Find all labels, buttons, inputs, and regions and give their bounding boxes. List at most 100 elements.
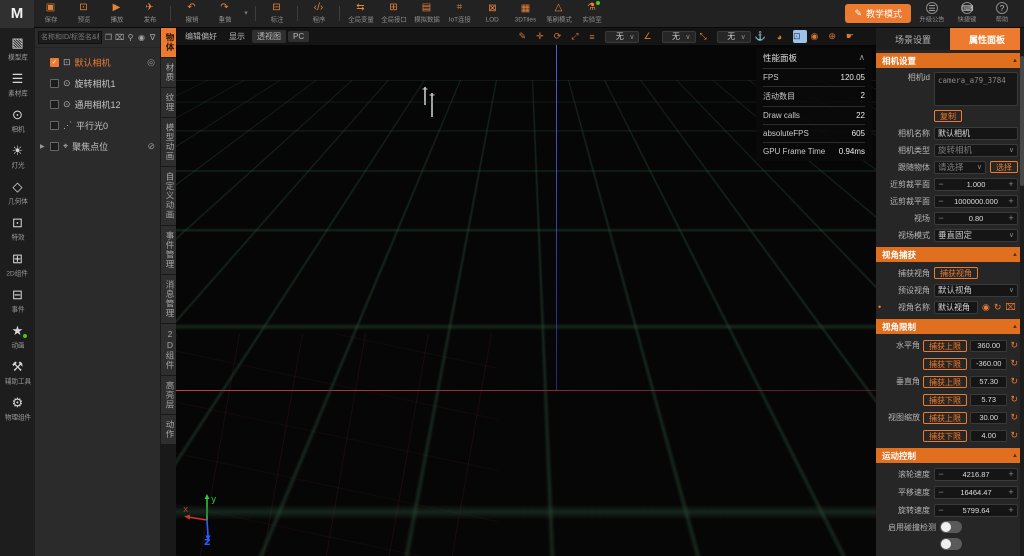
reset-icon[interactable]: ↻ bbox=[1010, 358, 1018, 369]
increment-button[interactable]: + bbox=[1005, 487, 1017, 497]
speed-value[interactable]: 5799.64 bbox=[947, 506, 1005, 515]
section-motion-control[interactable]: 运动控制 ▲ bbox=[876, 448, 1024, 463]
lock-icon[interactable]: ⚲ bbox=[126, 33, 135, 42]
viewport-tool-button[interactable]: ⊡ bbox=[793, 30, 807, 43]
panel-tab[interactable]: 属性面板 bbox=[950, 28, 1024, 50]
toolbar-button[interactable]: ⊟ 标注 bbox=[260, 0, 293, 27]
toolbar-button[interactable]: ⊡ 预览 bbox=[67, 0, 100, 27]
viewport-tool-button[interactable]: 无 ∨ bbox=[662, 31, 696, 43]
capture-limit-button[interactable]: 捕获下限 bbox=[923, 394, 967, 406]
eye-icon[interactable]: ◉ bbox=[982, 302, 990, 313]
help-button[interactable]: ? 帮助 bbox=[988, 2, 1016, 25]
shortcuts-button[interactable]: ⌨ 快捷键 bbox=[953, 2, 981, 25]
vertical-tab[interactable]: 模型动画 bbox=[161, 118, 176, 166]
toolbar-button[interactable]: ⌗ IoT连接 bbox=[443, 0, 476, 27]
viewport-3d[interactable]: 编辑偏好 显示 透视图 PC ✎ ✛ bbox=[176, 28, 876, 556]
toolbar-button[interactable] bbox=[166, 0, 175, 27]
filter-icon[interactable]: ∇ bbox=[148, 33, 157, 42]
viewport-tool-button[interactable]: 无 ∨ bbox=[717, 31, 751, 43]
tree-item-default-camera[interactable]: ✓ ⊡ 默认相机 ◎ bbox=[35, 52, 160, 73]
checkbox-checked[interactable]: ✓ bbox=[50, 58, 59, 67]
light-gizmo[interactable] bbox=[419, 84, 439, 129]
toolbar-button[interactable]: ⊞ 全局接口 bbox=[377, 0, 410, 27]
capture-view-button[interactable]: 捕获视角 bbox=[934, 267, 978, 279]
toolbar-button[interactable]: ▾ bbox=[241, 0, 251, 27]
decrement-button[interactable]: − bbox=[935, 469, 947, 479]
capture-limit-button[interactable]: 捕获上限 bbox=[923, 376, 967, 388]
tree-item-focus-point[interactable]: ▶ ⌖ 聚焦点位 ⊘ bbox=[35, 136, 160, 157]
sidebar-item[interactable]: ◇ 几何体 bbox=[0, 175, 35, 211]
capture-limit-button[interactable]: 捕获下限 bbox=[923, 358, 967, 370]
vertical-tab[interactable]: 高亮层 bbox=[161, 376, 176, 415]
scrollbar-thumb[interactable] bbox=[1020, 56, 1024, 186]
expander-icon[interactable]: ▶ bbox=[40, 143, 46, 150]
follow-object-select[interactable]: 请选择 ∨ bbox=[934, 161, 986, 174]
reset-icon[interactable]: ↻ bbox=[1010, 430, 1018, 441]
sidebar-item[interactable]: ⊞ 2D组件 bbox=[0, 247, 35, 283]
toolbar-button[interactable]: ▶ 播放 bbox=[100, 0, 133, 27]
limit-value-field[interactable]: 5.73 bbox=[970, 394, 1007, 406]
capture-limit-button[interactable]: 捕获下限 bbox=[923, 430, 967, 442]
reset-icon[interactable]: ↻ bbox=[994, 302, 1002, 313]
increment-button[interactable]: + bbox=[1005, 196, 1017, 206]
viewport-mode-button[interactable]: 透视图 bbox=[252, 30, 286, 43]
viewport-tool-button[interactable]: ⟳ bbox=[554, 30, 568, 43]
decrement-button[interactable]: − bbox=[935, 213, 947, 223]
viewport-tool-button[interactable]: ✎ bbox=[519, 30, 533, 43]
clipped-toggle[interactable] bbox=[940, 538, 962, 550]
fov-mode-select[interactable]: 垂直固定 ∨ bbox=[934, 229, 1018, 242]
camera-id-field[interactable]: camera_a79_3784 bbox=[934, 72, 1018, 106]
vertical-tab[interactable]: 2D组件 bbox=[161, 324, 176, 375]
increment-button[interactable]: + bbox=[1005, 179, 1017, 189]
collision-toggle[interactable] bbox=[940, 521, 962, 533]
viewport-tool-button[interactable]: ≡ bbox=[588, 30, 601, 43]
viewport-tool-button[interactable]: ⤡ bbox=[700, 30, 713, 43]
axis-orientation-gizmo[interactable]: y x z bbox=[181, 490, 227, 551]
toolbar-button[interactable]: ▤ 模拟数据 bbox=[410, 0, 443, 27]
toolbar-button[interactable] bbox=[293, 0, 302, 27]
speed-value[interactable]: 16464.47 bbox=[947, 488, 1005, 497]
viewport-tool-button[interactable]: ◕ bbox=[776, 30, 789, 43]
tree-item-rotate-camera[interactable]: ⊙ 旋转相机1 bbox=[35, 73, 160, 94]
limit-value-field[interactable]: -360.00 bbox=[970, 358, 1007, 370]
reset-icon[interactable]: ↻ bbox=[1010, 412, 1018, 423]
fov-value[interactable]: 0.80 bbox=[947, 214, 1005, 223]
toolbar-button[interactable]: ↶ 撤销 bbox=[175, 0, 208, 27]
copy-icon[interactable]: ❐ bbox=[104, 33, 113, 42]
sidebar-item[interactable]: ⚒ 辅助工具 bbox=[0, 355, 35, 391]
tree-item-directional-light[interactable]: ⋰ 平行光0 bbox=[35, 115, 160, 136]
toolbar-button[interactable]: ⊠ LOD bbox=[476, 0, 509, 27]
toolbar-button[interactable]: ‹/› 程序 bbox=[302, 0, 335, 27]
checkbox-unchecked[interactable] bbox=[50, 100, 59, 109]
toolbar-button[interactable] bbox=[251, 0, 260, 27]
viewport-mode-button[interactable]: PC bbox=[288, 31, 309, 42]
sidebar-item[interactable]: ★ 动画 bbox=[0, 319, 35, 355]
scrollbar-track[interactable] bbox=[1020, 28, 1024, 556]
checkbox-unchecked[interactable] bbox=[50, 121, 59, 130]
vertical-tab[interactable]: 物体 bbox=[161, 28, 176, 57]
reset-icon[interactable]: ↻ bbox=[1010, 340, 1018, 351]
tree-item-generic-camera[interactable]: ⊙ 通用相机12 bbox=[35, 94, 160, 115]
vertical-tab[interactable]: 纹理 bbox=[161, 88, 176, 117]
capture-limit-button[interactable]: 捕获上限 bbox=[923, 340, 967, 352]
toolbar-button[interactable]: ▦ 3DTiles bbox=[509, 0, 542, 27]
increment-button[interactable]: + bbox=[1005, 213, 1017, 223]
select-object-button[interactable]: 选择 bbox=[990, 161, 1018, 173]
limit-value-field[interactable]: 360.00 bbox=[970, 340, 1007, 352]
toolbar-button[interactable] bbox=[335, 0, 344, 27]
viewport-tool-button[interactable]: ⚓ bbox=[755, 30, 772, 43]
viewport-tool-button[interactable]: 无 ∨ bbox=[605, 31, 639, 43]
reset-icon[interactable]: ↻ bbox=[1010, 394, 1018, 405]
reset-icon[interactable]: ↻ bbox=[1010, 376, 1018, 387]
decrement-button[interactable]: − bbox=[935, 505, 947, 515]
increment-button[interactable]: + bbox=[1005, 469, 1017, 479]
hidden-icon[interactable]: ⊘ bbox=[147, 141, 155, 152]
speed-value[interactable]: 4216.87 bbox=[947, 470, 1005, 479]
delete-icon[interactable]: ⌧ bbox=[115, 33, 124, 42]
toolbar-button[interactable]: ↷ 重做 bbox=[208, 0, 241, 27]
section-view-limits[interactable]: 视角限制 ▲ bbox=[876, 319, 1024, 334]
upgrade-announcement-button[interactable]: ☰ 升级公告 bbox=[918, 2, 946, 25]
toolbar-button[interactable]: ▣ 保存 bbox=[34, 0, 67, 27]
vertical-tab[interactable]: 动作 bbox=[161, 415, 176, 444]
active-camera-icon[interactable]: ◎ bbox=[147, 57, 155, 68]
